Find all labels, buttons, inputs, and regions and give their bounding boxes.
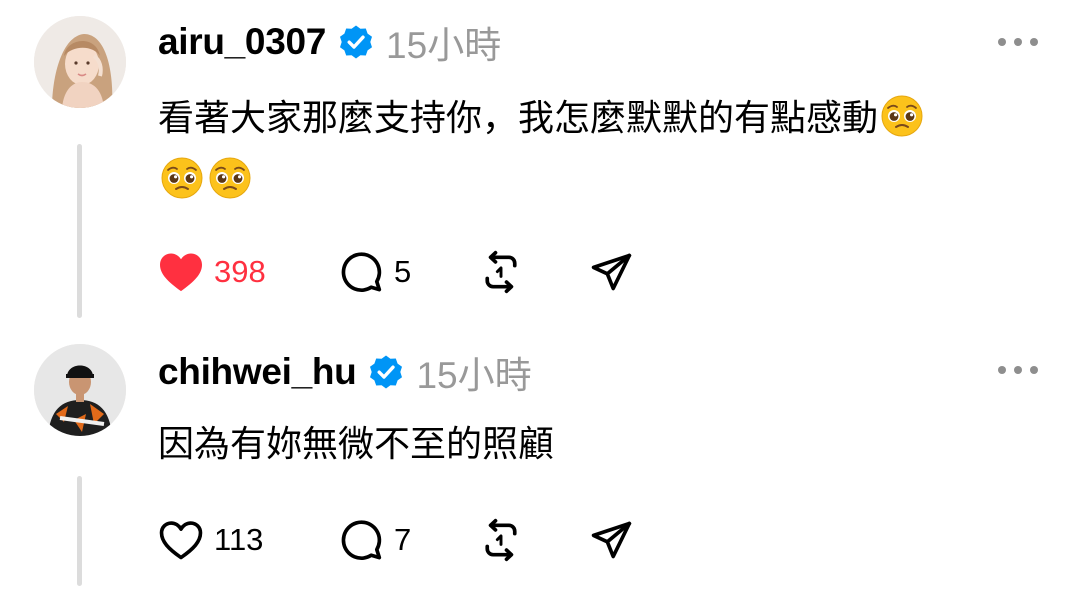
thread-post: airu_0307 15小時 看著大家那麼支持你，我怎麼默默的有點感動 398 … (0, 0, 1080, 330)
heart-outline-icon (159, 521, 203, 560)
avatar[interactable] (34, 344, 126, 436)
like-button[interactable]: 398 (158, 242, 266, 302)
post-text-content: 看著大家那麼支持你，我怎麼默默的有點感動 (158, 98, 879, 139)
repost-icon (485, 250, 517, 294)
comment-button[interactable]: 5 (338, 242, 411, 302)
thread-line (77, 476, 82, 586)
avatar-image (34, 344, 126, 436)
timestamp: 15小時 (416, 355, 532, 396)
comment-count: 7 (394, 522, 412, 557)
thread-post: chihwei_hu 15小時 因為有妳無微不至的照顧 113 7 (0, 330, 1080, 594)
timestamp: 15小時 (386, 25, 502, 66)
avatar-image (34, 16, 126, 108)
post-text-content: 因為有妳無微不至的照顧 (158, 424, 555, 465)
avatar[interactable] (34, 16, 126, 108)
more-options-icon[interactable] (998, 36, 1038, 48)
post-header: airu_0307 15小時 (158, 12, 501, 72)
repost-icon (485, 518, 517, 562)
like-count: 113 (214, 522, 264, 557)
repost-button[interactable] (478, 510, 524, 570)
more-options-icon[interactable] (998, 364, 1038, 376)
post-text: 看著大家那麼支持你，我怎麼默默的有點感動 (158, 88, 1038, 212)
repost-button[interactable] (478, 242, 524, 302)
post-text: 因為有妳無微不至的照顧 (158, 414, 1038, 476)
pleading-face-icon (160, 156, 204, 200)
comment-count: 5 (394, 254, 412, 289)
pleading-face-icon (880, 94, 924, 138)
send-icon (591, 521, 632, 559)
send-icon (591, 253, 632, 291)
verified-badge-icon (368, 354, 404, 390)
heart-filled-icon (160, 253, 202, 292)
post-header: chihwei_hu 15小時 (158, 342, 532, 402)
share-button[interactable] (588, 242, 634, 302)
verified-badge-icon (338, 24, 374, 60)
comment-icon (341, 252, 382, 292)
comment-button[interactable]: 7 (338, 510, 411, 570)
username[interactable]: chihwei_hu (158, 351, 357, 393)
comment-icon (341, 520, 382, 560)
share-button[interactable] (588, 510, 634, 570)
username[interactable]: airu_0307 (158, 21, 326, 63)
like-count: 398 (214, 254, 266, 289)
pleading-face-icon (208, 156, 252, 200)
thread-line (77, 144, 82, 318)
like-button[interactable]: 113 (158, 510, 263, 570)
